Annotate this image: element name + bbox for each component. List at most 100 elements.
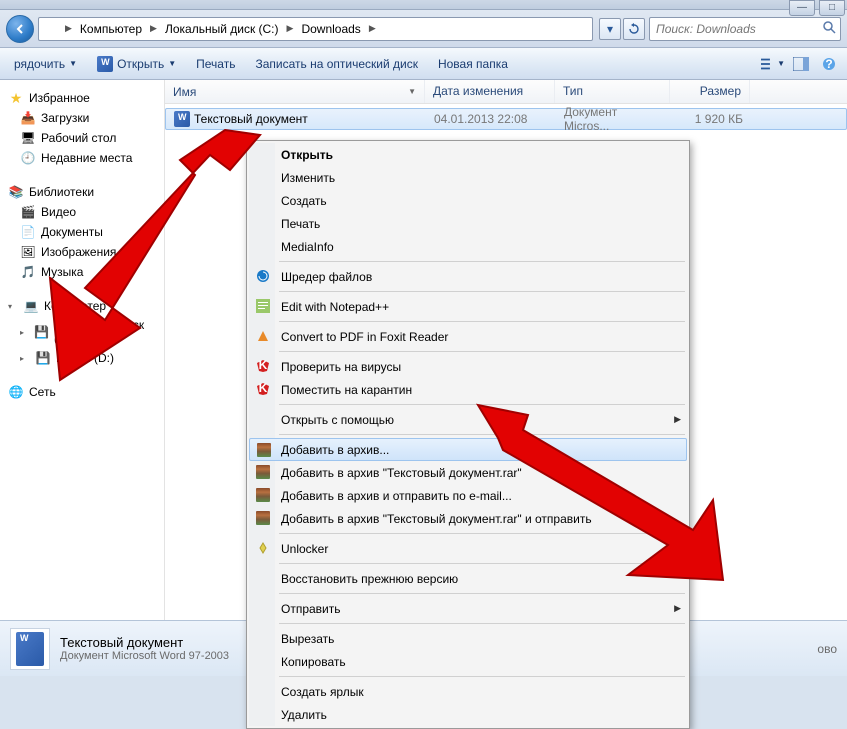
burn-button[interactable]: Записать на оптический диск bbox=[247, 53, 426, 75]
ctx-foxit[interactable]: Convert to PDF in Foxit Reader bbox=[249, 325, 687, 348]
disk-icon: 💾 bbox=[35, 350, 51, 366]
submenu-arrow-icon: ▶ bbox=[674, 414, 681, 425]
sidebar-item-recent[interactable]: 🕘Недавние места bbox=[4, 148, 160, 168]
winrar-icon bbox=[255, 464, 271, 480]
ctx-print[interactable]: Печать bbox=[249, 212, 687, 235]
sidebar-item-music[interactable]: 🎵Музыка bbox=[4, 262, 160, 282]
winrar-icon bbox=[255, 487, 271, 503]
breadcrumb-computer[interactable]: Компьютер bbox=[74, 20, 148, 38]
chevron-down-icon: ▼ bbox=[777, 59, 785, 68]
unlocker-icon bbox=[255, 540, 271, 556]
search-box[interactable] bbox=[649, 17, 841, 41]
star-icon: ★ bbox=[8, 90, 24, 106]
breadcrumb-downloads[interactable]: Downloads bbox=[295, 20, 366, 38]
file-row[interactable]: Текстовый документ 04.01.2013 22:08 Доку… bbox=[165, 108, 847, 130]
column-size[interactable]: Размер bbox=[670, 80, 750, 103]
winrar-icon bbox=[255, 510, 271, 526]
ctx-edit[interactable]: Изменить bbox=[249, 166, 687, 189]
separator bbox=[279, 563, 685, 564]
sidebar-item-video[interactable]: 🎬Видео bbox=[4, 202, 160, 222]
sidebar-favorites-header[interactable]: ★Избранное bbox=[4, 88, 160, 108]
file-date-cell: 04.01.2013 22:08 bbox=[426, 110, 556, 128]
sidebar-network-header[interactable]: 🌐Сеть bbox=[4, 382, 160, 402]
help-button[interactable]: ? bbox=[817, 53, 841, 75]
ctx-quarantine[interactable]: KПоместить на карантин bbox=[249, 378, 687, 401]
window-controls: — □ bbox=[789, 0, 845, 16]
ccleaner-icon bbox=[255, 268, 271, 284]
column-date[interactable]: Дата изменения bbox=[425, 80, 555, 103]
ctx-new[interactable]: Создать bbox=[249, 189, 687, 212]
ctx-shredder[interactable]: Шредер файлов bbox=[249, 265, 687, 288]
address-controls: ▾ bbox=[597, 18, 645, 40]
ctx-virus-check[interactable]: KПроверить на вирусы bbox=[249, 355, 687, 378]
ctx-copy[interactable]: Копировать bbox=[249, 650, 687, 673]
ctx-shortcut[interactable]: Создать ярлык bbox=[249, 680, 687, 703]
chevron-down-icon: ▼ bbox=[168, 59, 176, 68]
sidebar-item-downloads[interactable]: 📥Загрузки bbox=[4, 108, 160, 128]
refresh-button[interactable] bbox=[623, 18, 645, 40]
sidebar: ★Избранное 📥Загрузки 🖥Рабочий стол 🕘Неда… bbox=[0, 80, 165, 620]
network-icon: 🌐 bbox=[8, 384, 24, 400]
ctx-notepadpp[interactable]: Edit with Notepad++ bbox=[249, 295, 687, 318]
separator bbox=[279, 261, 685, 262]
status-file-icon bbox=[10, 628, 50, 670]
separator bbox=[279, 351, 685, 352]
library-icon: 📚 bbox=[8, 184, 24, 200]
sidebar-item-images[interactable]: 🖼Изображения bbox=[4, 242, 160, 262]
submenu-arrow-icon: ▶ bbox=[674, 603, 681, 614]
column-type[interactable]: Тип bbox=[555, 80, 670, 103]
ctx-mediainfo[interactable]: MediaInfo bbox=[249, 235, 687, 258]
search-input[interactable] bbox=[654, 21, 822, 37]
ctx-send-to[interactable]: Отправить▶ bbox=[249, 597, 687, 620]
recent-icon: 🕘 bbox=[20, 150, 36, 166]
status-extra: ово bbox=[817, 642, 837, 656]
documents-icon: 📄 bbox=[20, 224, 36, 240]
column-headers: Имя▼ Дата изменения Тип Размер bbox=[165, 80, 847, 104]
column-name[interactable]: Имя▼ bbox=[165, 80, 425, 103]
ctx-add-archive[interactable]: Добавить в архив... bbox=[249, 438, 687, 461]
print-button[interactable]: Печать bbox=[188, 53, 243, 75]
preview-pane-button[interactable] bbox=[789, 53, 813, 75]
chevron-right-icon: ▸ bbox=[20, 354, 30, 363]
chevron-right-icon: ▶ bbox=[148, 23, 159, 34]
open-button[interactable]: Открыть▼ bbox=[89, 52, 184, 76]
breadcrumb-disk-c[interactable]: Локальный диск (C:) bbox=[159, 20, 285, 38]
separator bbox=[279, 321, 685, 322]
music-icon: 🎵 bbox=[20, 264, 36, 280]
view-options-button[interactable]: ▼ bbox=[761, 53, 785, 75]
download-icon: 📥 bbox=[20, 110, 36, 126]
ctx-unlocker[interactable]: Unlocker bbox=[249, 537, 687, 560]
ctx-delete[interactable]: Удалить bbox=[249, 703, 687, 726]
sidebar-computer-header[interactable]: ▾💻Компьютер bbox=[4, 296, 160, 316]
ctx-add-archive-named[interactable]: Добавить в архив "Текстовый документ.rar… bbox=[249, 461, 687, 484]
chevron-down-icon: ▾ bbox=[8, 302, 18, 311]
maximize-button[interactable]: □ bbox=[819, 0, 845, 16]
ctx-add-email[interactable]: Добавить в архив и отправить по e-mail..… bbox=[249, 484, 687, 507]
history-dropdown-button[interactable]: ▾ bbox=[599, 18, 621, 40]
kaspersky-icon: K bbox=[255, 381, 271, 397]
sidebar-item-documents[interactable]: 📄Документы bbox=[4, 222, 160, 242]
sidebar-item-disk-d[interactable]: ▸💾Dimon (D:) bbox=[4, 348, 160, 368]
separator bbox=[279, 291, 685, 292]
nav-back-button[interactable] bbox=[6, 15, 34, 43]
new-folder-button[interactable]: Новая папка bbox=[430, 53, 516, 75]
computer-icon: 💻 bbox=[23, 298, 39, 314]
ctx-add-named-email[interactable]: Добавить в архив "Текстовый документ.rar… bbox=[249, 507, 687, 530]
sidebar-item-desktop[interactable]: 🖥Рабочий стол bbox=[4, 128, 160, 148]
ctx-open[interactable]: Открыть bbox=[249, 143, 687, 166]
sidebar-item-disk-c[interactable]: ▸💾Локальный диск (C:) bbox=[4, 316, 160, 348]
kaspersky-icon: K bbox=[255, 358, 271, 374]
address-bar[interactable]: ▶ Компьютер ▶ Локальный диск (C:) ▶ Down… bbox=[38, 17, 593, 41]
titlebar bbox=[0, 0, 847, 10]
ctx-cut[interactable]: Вырезать bbox=[249, 627, 687, 650]
minimize-button[interactable]: — bbox=[789, 0, 815, 16]
file-name-label: Текстовый документ bbox=[194, 112, 308, 126]
organize-button[interactable]: рядочить▼ bbox=[6, 53, 85, 75]
ctx-open-with[interactable]: Открыть с помощью▶ bbox=[249, 408, 687, 431]
chevron-right-icon: ▶ bbox=[367, 23, 378, 34]
ctx-restore[interactable]: Восстановить прежнюю версию bbox=[249, 567, 687, 590]
sort-indicator-icon: ▼ bbox=[408, 87, 416, 96]
sidebar-libraries-header[interactable]: 📚Библиотеки bbox=[4, 182, 160, 202]
separator bbox=[279, 623, 685, 624]
chevron-right-icon: ▶ bbox=[63, 23, 74, 34]
